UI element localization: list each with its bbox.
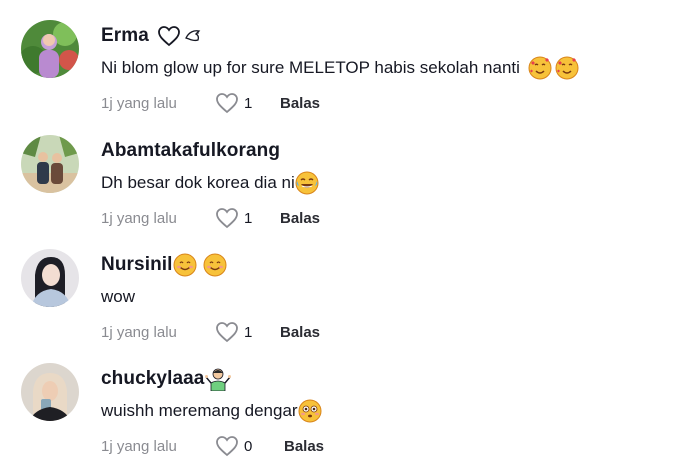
comment-time: 1j yang lalu (101, 209, 177, 227)
like-button[interactable]: 1 (215, 92, 274, 114)
like-count: 1 (244, 94, 253, 112)
comment-item: Erma Ni blom glow up for sure MELETOP ha… (0, 20, 673, 130)
heart-icon (216, 208, 238, 229)
comment-item: chuckylaaa wuishh meremang dengar 1j yan… (0, 363, 673, 473)
comment-text: wuishh meremang dengar (101, 401, 298, 420)
avatar[interactable] (21, 20, 79, 78)
like-count: 1 (244, 323, 253, 341)
smiling-face-emoji (203, 253, 227, 277)
smiling-face-with-hearts-emoji (555, 56, 579, 80)
smiling-face-with-hearts-emoji (528, 56, 552, 80)
comment-text: wow (101, 287, 136, 306)
reply-button[interactable]: Balas (284, 438, 324, 455)
avatar[interactable] (21, 249, 79, 307)
comment-text: Dh besar dok korea dia ni (101, 173, 295, 192)
username[interactable]: Erma (101, 25, 149, 47)
heart-icon (216, 322, 238, 343)
heart-icon (216, 436, 238, 457)
comment-text: Ni blom glow up for sure MELETOP habis s… (101, 58, 520, 77)
reply-button[interactable]: Balas (280, 324, 320, 341)
comment-item: Nursinil wow 1j yang lalu 1 Balas (0, 249, 673, 359)
comment-time: 1j yang lalu (101, 323, 177, 341)
like-button[interactable]: 1 (215, 321, 274, 343)
avatar[interactable] (21, 135, 79, 193)
reply-button[interactable]: Balas (280, 95, 320, 112)
like-button[interactable]: 1 (215, 207, 274, 229)
person-shrugging-emoji (205, 367, 232, 391)
dove-icon (183, 26, 203, 46)
like-count: 0 (244, 437, 253, 455)
like-count: 1 (244, 209, 253, 227)
comment-time: 1j yang lalu (101, 94, 177, 112)
username[interactable]: Nursinil (101, 254, 173, 276)
username[interactable]: Abamtakafulkorang (101, 140, 280, 162)
comment-time: 1j yang lalu (101, 437, 177, 455)
like-button[interactable]: 0 (215, 435, 278, 457)
face-with-tears-of-joy-emoji (295, 171, 319, 195)
username[interactable]: chuckylaaa (101, 368, 204, 390)
comment-item: Abamtakafulkorang Dh besar dok korea dia… (0, 135, 673, 245)
avatar[interactable] (21, 363, 79, 421)
reply-button[interactable]: Balas (280, 210, 320, 227)
smiling-face-emoji (173, 253, 197, 277)
heart-outline-icon (157, 25, 181, 47)
flushed-face-emoji (298, 399, 322, 423)
heart-icon (216, 93, 238, 114)
